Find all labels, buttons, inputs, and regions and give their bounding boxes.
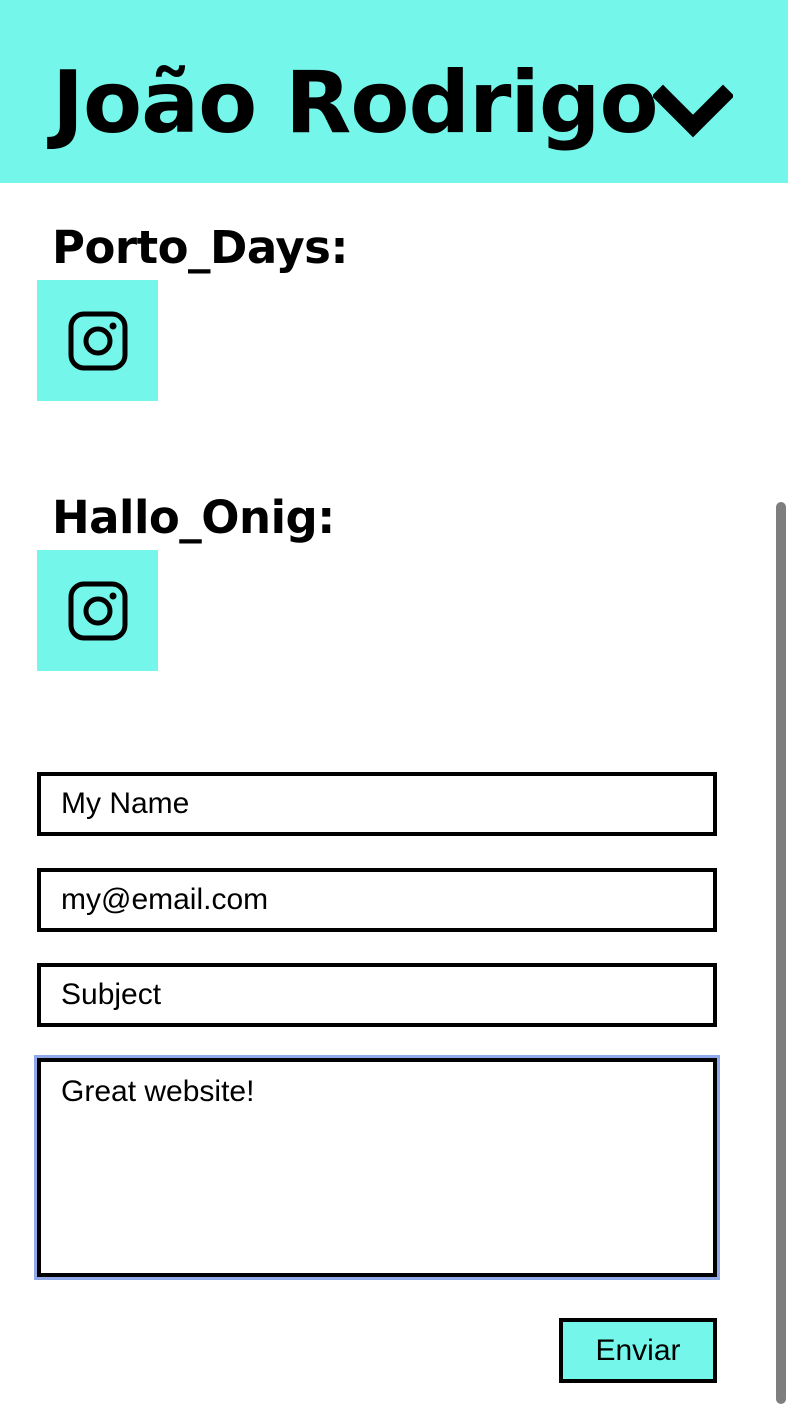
scrollbar-thumb[interactable] [776,502,786,1404]
instagram-link-porto-days[interactable] [37,280,158,401]
subject-field[interactable]: Subject [37,963,717,1027]
section-title-hallo-onig: Hallo_Onig: [52,491,335,544]
name-field[interactable]: My Name [37,772,717,836]
message-textarea[interactable]: Great website! [37,1058,717,1277]
site-title: João Rodrigo [52,53,659,153]
chevron-down-icon[interactable] [651,84,735,144]
section-title-porto-days: Porto_Days: [52,221,348,274]
submit-button[interactable]: Enviar [559,1318,717,1383]
instagram-icon [68,311,127,370]
page-header: João Rodrigo [0,0,788,183]
instagram-icon [68,581,127,640]
instagram-link-hallo-onig[interactable] [37,550,158,671]
email-field[interactable]: my@email.com [37,868,717,932]
